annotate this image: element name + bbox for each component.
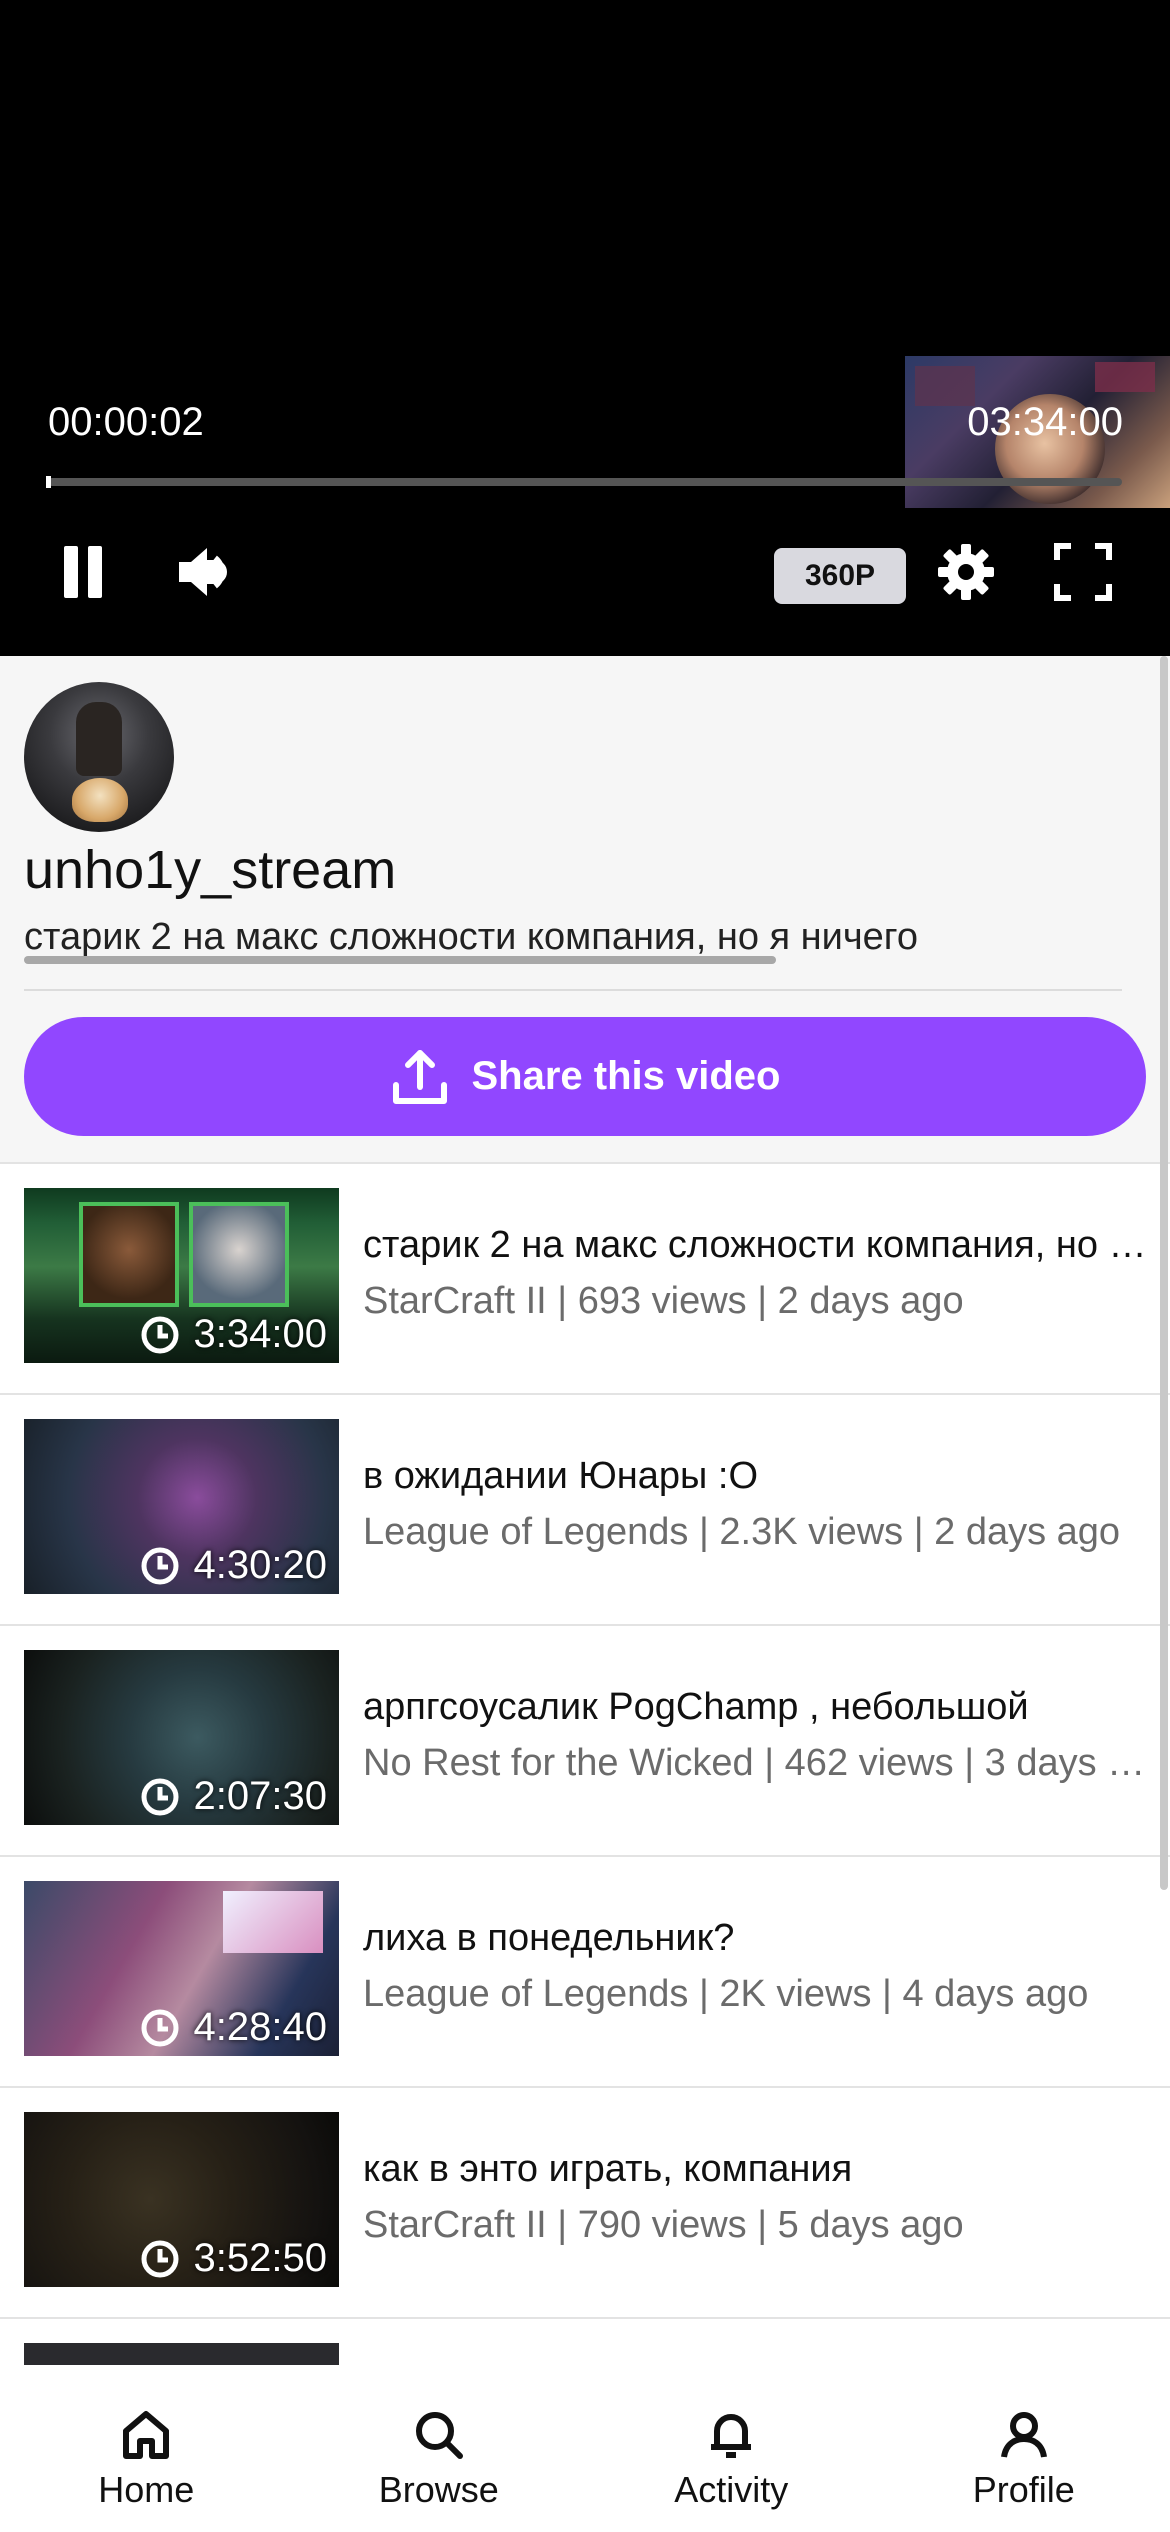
video-list: 3:34:00 старик 2 на макс сложности компа… [0, 1162, 1170, 2532]
current-time: 00:00:02 [48, 400, 204, 444]
clock-icon [141, 2240, 179, 2277]
video-thumbnail[interactable]: 3:52:50 [24, 2112, 339, 2287]
list-item[interactable]: 3:52:50 как в энто играть, компания Star… [0, 2086, 1170, 2317]
video-title[interactable]: в ожидании Юнары :О [363, 1455, 1153, 1498]
seek-bar-handle[interactable] [46, 476, 51, 488]
list-item[interactable]: 3:34:00 старик 2 на макс сложности компа… [0, 1162, 1170, 1393]
list-item[interactable]: 4:30:20 в ожидании Юнары :О League of Le… [0, 1393, 1170, 1624]
home-icon [123, 2411, 170, 2459]
volume-button[interactable] [170, 540, 240, 604]
video-duration: 3:34:00 [193, 1312, 327, 1356]
video-duration: 4:28:40 [193, 2005, 327, 2049]
tab-label: Browse [378, 2469, 499, 2510]
video-duration: 2:07:30 [193, 1774, 327, 1818]
video-meta: League of Legends | 2K views | 4 days ag… [363, 1973, 1089, 2015]
settings-button[interactable] [933, 540, 999, 604]
tab-bar: Home Browse Activity Profile [0, 2365, 1170, 2532]
share-label: Share this video [471, 1054, 781, 1098]
pause-icon [64, 546, 78, 598]
video-title[interactable]: арпгсоусалик PogChamp , небольшой [363, 1686, 1153, 1729]
stream-description: старик 2 на макс сложности компания, но … [24, 916, 918, 958]
video-title[interactable]: старик 2 на макс сложности компания, но … [363, 1224, 1153, 1267]
fullscreen-icon [1054, 543, 1112, 601]
upload-icon [392, 1049, 447, 1104]
scrollbar[interactable] [1160, 656, 1168, 1890]
video-thumbnail[interactable]: 3:34:00 [24, 1188, 339, 1363]
list-item[interactable]: 2:07:30 арпгсоусалик PogChamp , небольшо… [0, 1624, 1170, 1855]
video-thumbnail[interactable]: 4:28:40 [24, 1881, 339, 2056]
quality-button[interactable]: 360P [774, 548, 906, 604]
description-scrollbar [24, 956, 776, 964]
video-meta: StarCraft II | 693 views | 2 days ago [363, 1280, 964, 1322]
avatar[interactable] [24, 682, 174, 832]
clock-icon [141, 1778, 179, 1815]
video-title[interactable]: как в энто играть, компания [363, 2148, 1153, 2191]
tab-profile[interactable]: Profile [878, 2365, 1170, 2532]
clock-icon [141, 2009, 179, 2046]
volume-icon [179, 548, 227, 596]
tab-label: Home [98, 2469, 195, 2510]
video-duration: 3:52:50 [193, 2236, 327, 2280]
video-title[interactable]: лиха в понедельник? [363, 1917, 1153, 1960]
total-duration: 03:34:00 [967, 400, 1123, 444]
clock-icon [141, 1316, 179, 1353]
person-icon [1000, 2412, 1047, 2458]
list-item[interactable]: 4:28:40 лиха в понедельник? League of Le… [0, 1855, 1170, 2086]
channel-info: unho1y_stream старик 2 на макс сложности… [0, 656, 1170, 1162]
video-meta: No Rest for the Wicked | 462 views | 3 d… [363, 1742, 1153, 1784]
search-icon [415, 2412, 463, 2459]
clock-icon [141, 1547, 179, 1584]
gear-icon [938, 544, 994, 600]
fullscreen-button[interactable] [1050, 540, 1116, 604]
tab-label: Activity [674, 2469, 789, 2510]
tab-label: Profile [972, 2469, 1075, 2510]
video-meta: League of Legends | 2.3K views | 2 days … [363, 1511, 1121, 1553]
video-duration: 4:30:20 [193, 1543, 327, 1587]
divider [24, 989, 1122, 991]
video-thumbnail[interactable]: 4:30:20 [24, 1419, 339, 1594]
tab-activity[interactable]: Activity [585, 2365, 878, 2532]
video-thumbnail[interactable]: 2:07:30 [24, 1650, 339, 1825]
seek-bar[interactable] [46, 476, 1122, 488]
share-button[interactable]: Share this video [24, 1017, 1146, 1136]
tab-home[interactable]: Home [0, 2365, 293, 2532]
video-meta: StarCraft II | 790 views | 5 days ago [363, 2204, 964, 2246]
bell-icon [711, 2414, 752, 2458]
pause-button[interactable] [58, 540, 108, 604]
channel-name[interactable]: unho1y_stream [24, 839, 396, 901]
video-player[interactable]: 00:00:02 03:34:00 360P [0, 0, 1170, 656]
tab-browse[interactable]: Browse [293, 2365, 586, 2532]
